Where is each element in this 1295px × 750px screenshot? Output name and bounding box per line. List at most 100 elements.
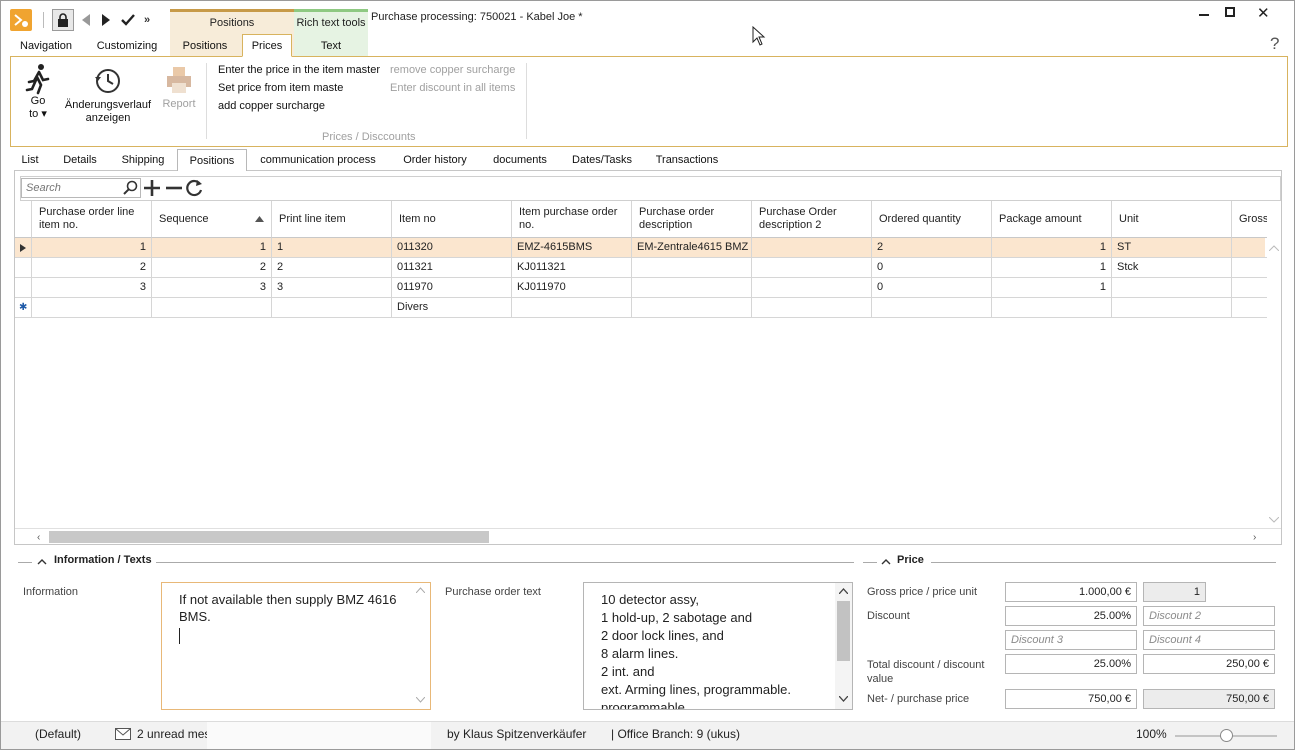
tab-documents[interactable]: documents	[486, 149, 554, 170]
maximize-icon[interactable]	[1225, 7, 1235, 17]
cell-item-po-no[interactable]: EMZ-4615BMS	[512, 238, 632, 258]
po-text-scrollbar[interactable]	[835, 583, 852, 709]
cell-package-amount[interactable]: 1	[992, 238, 1112, 258]
scroll-thumb[interactable]	[49, 531, 489, 543]
cell-unit[interactable]	[1112, 298, 1232, 318]
tab-transactions[interactable]: Transactions	[651, 149, 723, 170]
cell-sequence[interactable]: 3	[152, 278, 272, 298]
total-discount-value-field[interactable]: 250,00 €	[1143, 654, 1275, 674]
profile-status[interactable]: (Default)	[35, 727, 81, 741]
cell-gross[interactable]	[1232, 298, 1267, 318]
cell-sequence[interactable]: 2	[152, 258, 272, 278]
cell-gross[interactable]	[1232, 278, 1267, 298]
goto-button[interactable]: Go to ▾	[20, 63, 56, 121]
discount1-field[interactable]: 25.00%	[1005, 606, 1137, 626]
table-row-new[interactable]: ✱ Divers	[15, 298, 1267, 318]
cell-line-item-no[interactable]: 1	[32, 238, 152, 258]
history-button[interactable]: Änderungsverlauf anzeigen	[61, 67, 155, 125]
po-scroll-up-icon[interactable]	[839, 588, 848, 594]
tab-list[interactable]: List	[14, 149, 46, 170]
zoom-slider[interactable]	[1175, 729, 1277, 742]
cell-po-description[interactable]	[632, 278, 752, 298]
price-unit-field[interactable]: 1	[1143, 582, 1206, 602]
more-icon[interactable]: »	[140, 9, 154, 31]
info-scroll-down-icon[interactable]	[416, 697, 425, 703]
cell-unit[interactable]: ST	[1112, 238, 1232, 258]
cell-package-amount[interactable]: 1	[992, 258, 1112, 278]
horizontal-scrollbar[interactable]: ‹ ›	[15, 528, 1281, 544]
cell-po-description[interactable]	[632, 258, 752, 278]
purchase-price-field[interactable]: 750,00 €	[1143, 689, 1275, 709]
cell-print-line-item[interactable]: 2	[272, 258, 392, 278]
report-button[interactable]: Report	[159, 65, 199, 111]
col-po-description-2[interactable]: Purchase Order description 2	[752, 201, 872, 238]
cell-po-description-2[interactable]	[752, 238, 872, 258]
tab-dates-tasks[interactable]: Dates/Tasks	[565, 149, 639, 170]
enter-price-item-master-button[interactable]: Enter the price in the item master	[218, 64, 380, 76]
cell-ordered-quantity[interactable]: 0	[872, 258, 992, 278]
tab-customizing[interactable]: Customizing	[89, 36, 165, 56]
help-icon[interactable]: ?	[1270, 34, 1279, 54]
col-unit[interactable]: Unit	[1112, 201, 1232, 238]
col-package-amount[interactable]: Package amount	[992, 201, 1112, 238]
col-item-no[interactable]: Item no	[392, 201, 512, 238]
tab-positions[interactable]: Positions	[170, 36, 240, 56]
cell-sequence[interactable]: 1	[152, 238, 272, 258]
cell-ordered-quantity[interactable]	[872, 298, 992, 318]
back-icon[interactable]	[77, 9, 95, 31]
remove-icon[interactable]	[165, 179, 183, 197]
add-icon[interactable]	[143, 179, 161, 197]
col-print-line-item[interactable]: Print line item	[272, 201, 392, 238]
collapse-info-icon[interactable]	[37, 558, 47, 565]
col-sequence[interactable]: Sequence	[152, 201, 272, 238]
cell-print-line-item[interactable]: 3	[272, 278, 392, 298]
refresh-icon[interactable]	[185, 178, 204, 197]
cell-line-item-no[interactable]: 3	[32, 278, 152, 298]
cell-item-no[interactable]: Divers	[392, 298, 512, 318]
checkmark-icon[interactable]	[118, 9, 138, 31]
set-price-from-item-button[interactable]: Set price from item maste	[218, 82, 343, 94]
add-copper-surcharge-button[interactable]: add copper surcharge	[218, 100, 325, 112]
cell-item-no[interactable]: 011321	[392, 258, 512, 278]
close-icon[interactable]: ✕	[1257, 4, 1270, 22]
tab-prices[interactable]: Prices	[242, 34, 292, 57]
cell-unit[interactable]	[1112, 278, 1232, 298]
gross-price-field[interactable]: 1.000,00 €	[1005, 582, 1137, 602]
cell-gross[interactable]	[1232, 258, 1267, 278]
cell-po-description[interactable]	[632, 298, 752, 318]
cell-gross[interactable]	[1232, 238, 1267, 258]
forward-icon[interactable]	[97, 9, 115, 31]
cell-item-po-no[interactable]: KJ011321	[512, 258, 632, 278]
cell-po-description[interactable]: EM-Zentrale4615 BMZ	[632, 238, 752, 258]
tab-communication-process[interactable]: communication process	[254, 149, 382, 170]
remove-copper-surcharge-button[interactable]: remove copper surcharge	[390, 64, 515, 76]
scroll-down-icon[interactable]	[1268, 514, 1280, 523]
tab-order-history[interactable]: Order history	[395, 149, 475, 170]
net-price-field[interactable]: 750,00 €	[1005, 689, 1137, 709]
enter-discount-all-button[interactable]: Enter discount in all items	[390, 82, 515, 94]
cell-print-line-item[interactable]	[272, 298, 392, 318]
tab-navigation[interactable]: Navigation	[10, 36, 82, 56]
scroll-left-icon[interactable]: ‹	[37, 532, 40, 543]
cell-po-description-2[interactable]	[752, 258, 872, 278]
po-text-area[interactable]: 10 detector assy, 1 hold-up, 2 sabotage …	[583, 582, 853, 710]
cell-package-amount[interactable]: 1	[992, 278, 1112, 298]
col-po-description[interactable]: Purchase order description	[632, 201, 752, 238]
table-row[interactable]: 3 3 3 011970 KJ011970 0 1	[15, 278, 1267, 298]
tab-positions-detail[interactable]: Positions	[177, 149, 247, 171]
cell-po-description-2[interactable]	[752, 298, 872, 318]
tab-shipping[interactable]: Shipping	[115, 149, 171, 170]
cell-item-no[interactable]: 011320	[392, 238, 512, 258]
cell-package-amount[interactable]	[992, 298, 1112, 318]
tab-details[interactable]: Details	[56, 149, 104, 170]
tab-text[interactable]: Text	[294, 36, 368, 56]
cell-po-description-2[interactable]	[752, 278, 872, 298]
collapse-price-icon[interactable]	[881, 558, 891, 565]
cell-unit[interactable]: Stck	[1112, 258, 1232, 278]
discount2-field[interactable]: Discount 2	[1143, 606, 1275, 626]
minimize-icon[interactable]	[1199, 14, 1209, 16]
col-ordered-quantity[interactable]: Ordered quantity	[872, 201, 992, 238]
table-row[interactable]: 2 2 2 011321 KJ011321 0 1 Stck	[15, 258, 1267, 278]
search-icon[interactable]	[123, 180, 138, 195]
cell-line-item-no[interactable]: 2	[32, 258, 152, 278]
